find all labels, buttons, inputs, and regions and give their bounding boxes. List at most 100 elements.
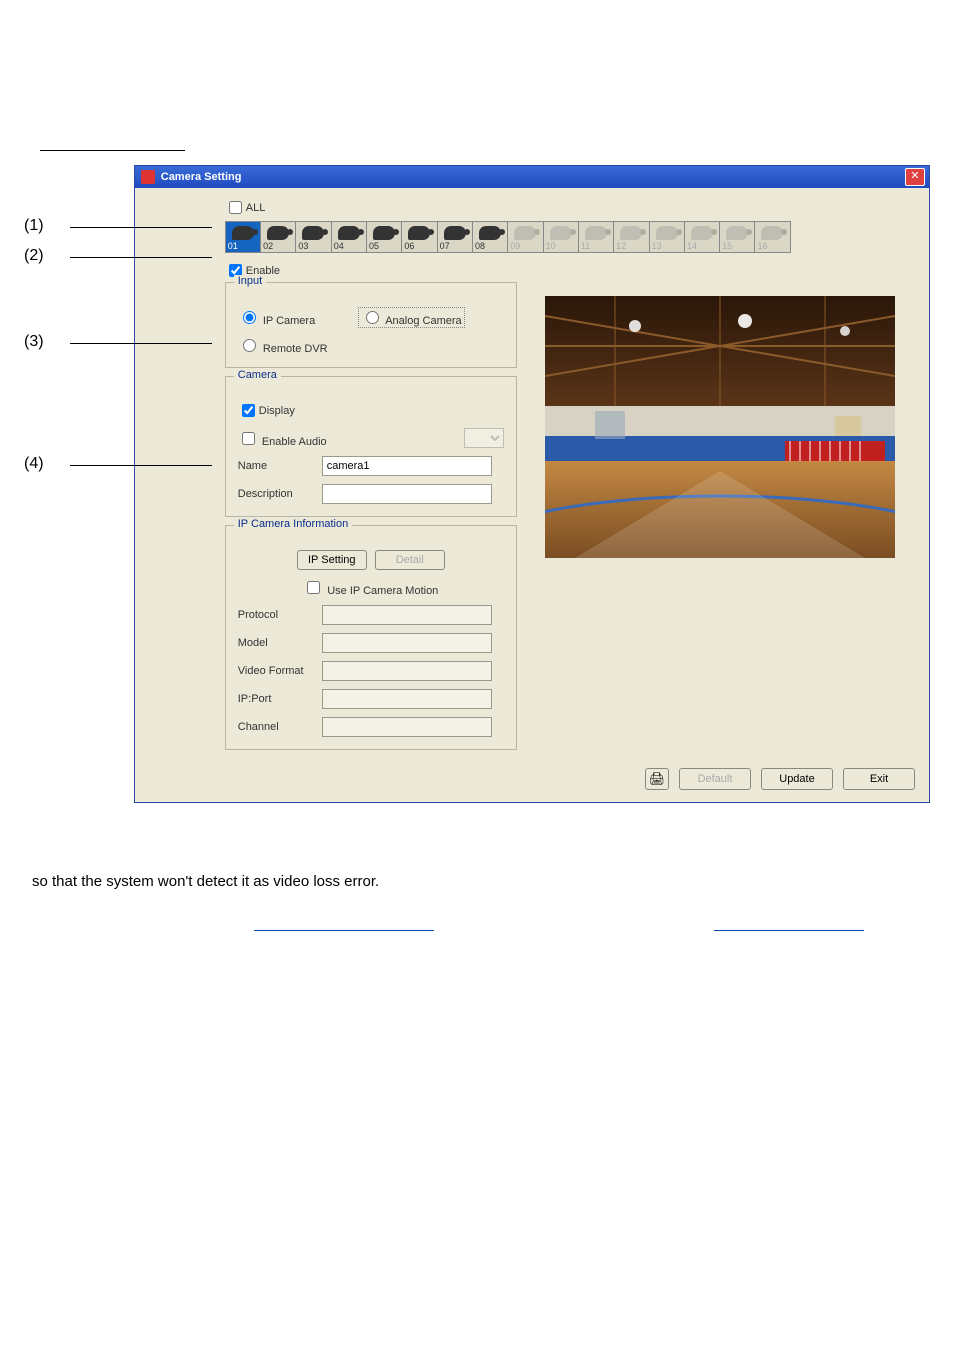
video-format-field [322, 661, 492, 681]
input-group-title: Input [234, 275, 266, 287]
camera-icon [514, 226, 536, 240]
camera-icon [408, 226, 430, 240]
camera-number: 05 [369, 241, 379, 251]
remote-dvr-radio[interactable] [243, 339, 256, 352]
camera-number: 03 [298, 241, 308, 251]
channel-field [322, 717, 492, 737]
callout-3: (3) [24, 333, 44, 351]
camera-cell-10: 10 [544, 222, 579, 252]
camera-icon [302, 226, 324, 240]
camera-group-title: Camera [234, 369, 281, 381]
description-field[interactable] [322, 484, 492, 504]
dialog-footer: 🖨 Default Update Exit [135, 768, 929, 802]
dialog-title: Camera Setting [161, 171, 905, 183]
camera-number: 11 [581, 241, 590, 251]
remote-dvr-radio-row[interactable]: Remote DVR [238, 336, 328, 355]
camera-number: 13 [652, 241, 662, 251]
camera-number: 07 [440, 241, 450, 251]
camera-cell-15: 15 [720, 222, 755, 252]
enable-audio-row[interactable]: Enable Audio [238, 429, 327, 448]
name-field[interactable] [322, 456, 492, 476]
camera-cell-05[interactable]: 05 [367, 222, 402, 252]
ip-setting-button[interactable]: IP Setting [297, 550, 367, 570]
camera-icon [444, 226, 466, 240]
use-ip-motion-checkbox[interactable] [307, 581, 320, 594]
camera-cell-06[interactable]: 06 [402, 222, 437, 252]
camera-setting-dialog: Camera Setting ✕ ALL 0102 03 04 05 0607 08 09 1… [134, 165, 930, 803]
default-button: Default [679, 768, 751, 790]
display-checkbox[interactable] [242, 404, 255, 417]
camera-number: 08 [475, 241, 485, 251]
camera-number: 14 [687, 241, 697, 251]
description-label: Description [238, 488, 322, 500]
camera-cell-04[interactable]: 04 [332, 222, 367, 252]
use-ip-motion-row[interactable]: Use IP Camera Motion [303, 578, 438, 597]
camera-number: 15 [722, 241, 732, 251]
model-label: Model [238, 637, 322, 649]
camera-icon [761, 226, 783, 240]
camera-number: 04 [334, 241, 344, 251]
ip-camera-radio[interactable] [243, 311, 256, 324]
camera-number: 10 [546, 241, 556, 251]
camera-cell-07[interactable]: 07 [438, 222, 473, 252]
camera-icon [585, 226, 607, 240]
ip-camera-radio-row[interactable]: IP Camera [238, 308, 358, 327]
camera-cell-14: 14 [685, 222, 720, 252]
update-button[interactable]: Update [761, 768, 833, 790]
camera-icon [656, 226, 678, 240]
camera-number: 16 [757, 241, 767, 251]
camera-icon [232, 226, 254, 240]
channel-label: Channel [238, 721, 322, 733]
all-label: ALL [246, 202, 266, 214]
body-paragraph: so that the system won't detect it as vi… [24, 873, 930, 890]
ip-camera-info-group: IP Camera Information IP Setting Detail … [225, 525, 517, 750]
print-icon-button[interactable]: 🖨 [645, 768, 669, 790]
camera-cell-16: 16 [755, 222, 789, 252]
video-format-label: Video Format [238, 665, 322, 677]
ip-info-group-title: IP Camera Information [234, 518, 352, 530]
input-group: Input IP Camera Analog Camera [225, 282, 517, 368]
camera-icon [338, 226, 360, 240]
model-field [322, 633, 492, 653]
ip-port-label: IP:Port [238, 693, 322, 705]
camera-strip: 0102 03 04 05 0607 08 09 10 11 12 13 14 15 16 [225, 221, 791, 253]
camera-icon [726, 226, 748, 240]
callout-2: (2) [24, 247, 44, 265]
camera-cell-09: 09 [508, 222, 543, 252]
protocol-field [322, 605, 492, 625]
link-hint-2 [714, 930, 864, 931]
close-icon[interactable]: ✕ [905, 168, 925, 186]
exit-button[interactable]: Exit [843, 768, 915, 790]
camera-number: 09 [510, 241, 520, 251]
display-label: Display [259, 405, 295, 417]
callout-4: (4) [24, 455, 44, 473]
name-label: Name [238, 460, 322, 472]
analog-camera-radio[interactable] [366, 311, 379, 324]
section-heading-underline [40, 150, 185, 151]
audio-select [464, 428, 504, 448]
camera-icon [550, 226, 572, 240]
camera-preview [545, 296, 895, 558]
enable-audio-checkbox[interactable] [242, 432, 255, 445]
camera-icon [691, 226, 713, 240]
camera-cell-02[interactable]: 02 [261, 222, 296, 252]
camera-cell-13: 13 [650, 222, 685, 252]
camera-cell-12: 12 [614, 222, 649, 252]
camera-cell-08[interactable]: 08 [473, 222, 508, 252]
camera-number: 02 [263, 241, 273, 251]
camera-icon [267, 226, 289, 240]
preview-image [545, 296, 895, 558]
analog-camera-radio-row[interactable]: Analog Camera [358, 307, 465, 328]
title-bar: Camera Setting ✕ [135, 166, 929, 188]
camera-icon [620, 226, 642, 240]
camera-cell-01[interactable]: 01 [226, 222, 261, 252]
app-icon [141, 170, 155, 184]
ip-port-field [322, 689, 492, 709]
camera-icon [373, 226, 395, 240]
camera-cell-11: 11 [579, 222, 614, 252]
protocol-label: Protocol [238, 609, 322, 621]
callout-1: (1) [24, 217, 44, 235]
camera-number: 12 [616, 241, 626, 251]
all-checkbox[interactable] [229, 201, 242, 214]
camera-cell-03[interactable]: 03 [296, 222, 331, 252]
